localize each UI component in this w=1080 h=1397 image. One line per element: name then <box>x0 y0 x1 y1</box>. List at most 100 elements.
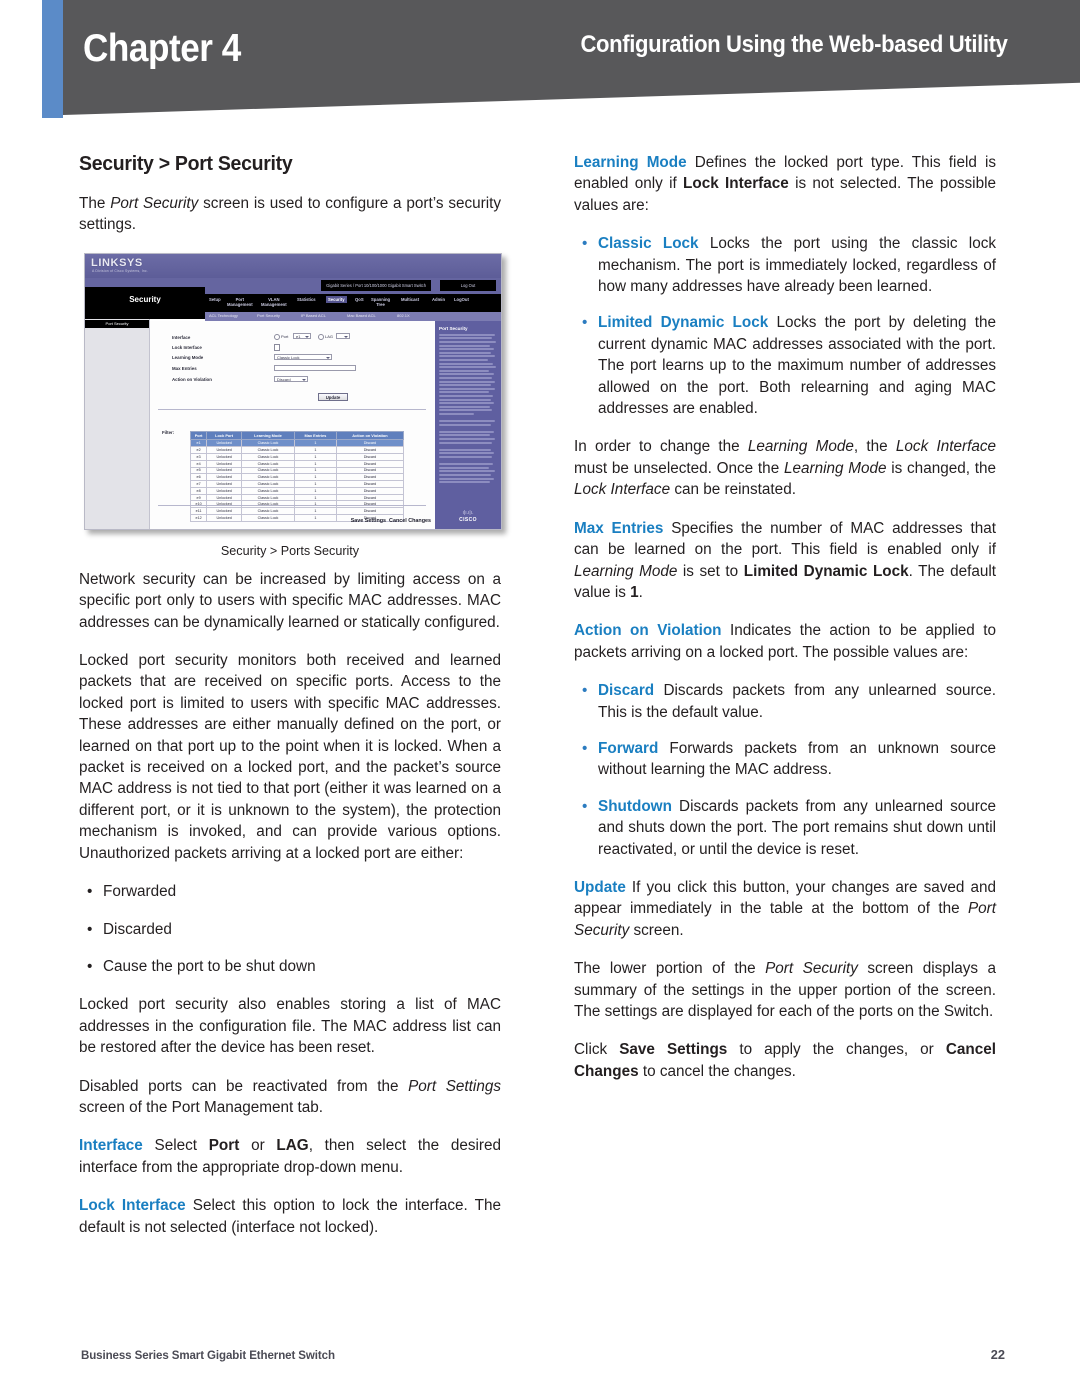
ui-help-text-line <box>439 452 495 455</box>
ui-select-port[interactable]: e1 <box>293 332 311 339</box>
ui-device-title: Gigabit Series / Port 10/100/1000 Gigabi… <box>321 279 431 291</box>
ui-nav-admin[interactable]: Admin <box>432 297 445 302</box>
ui-help-text-line <box>439 380 495 383</box>
ui-nav-vlan-mgmt[interactable]: VLAN Management <box>261 297 287 307</box>
ui-select-learning-mode[interactable]: Classic Lock <box>274 353 332 360</box>
ui-radio-lag[interactable] <box>318 334 324 341</box>
term-limited-dynamic-lock: Limited Dynamic Lock <box>598 314 769 332</box>
ui-logout-button[interactable]: Log Out <box>440 279 496 291</box>
ui-nav-spanning[interactable]: Spanning Tree <box>371 297 390 307</box>
ui-table-cell: Discard <box>335 466 405 475</box>
term-max-entries: Max Entries <box>574 519 664 537</box>
ui-label-interface: Interface <box>172 334 191 340</box>
ui-divider-bottom <box>158 504 426 506</box>
ui-select-lag[interactable] <box>336 332 350 339</box>
ui-table-cell: Discard <box>335 486 405 495</box>
ui-help-text-line <box>439 373 494 376</box>
footer-page-number: 22 <box>990 1347 1005 1362</box>
ui-left-sidebar <box>85 318 150 529</box>
ui-subnav-acl-technology[interactable]: ACL Technology <box>209 313 238 318</box>
ui-radio-port-label: Port <box>281 333 289 339</box>
ui-subnav-port-security[interactable]: Port Security <box>257 313 280 318</box>
ui-save-cancel-row[interactable]: Save Settings Cancel Changes <box>351 518 431 524</box>
term-interface: Interface <box>79 1137 143 1155</box>
ui-table-row[interactable]: e5 Unlocked Classic Lock 1 Discard <box>189 466 405 475</box>
ui-cancel-changes-button[interactable]: Cancel Changes <box>389 518 431 524</box>
ui-table-row[interactable]: e9 Unlocked Classic Lock 1 Discard <box>189 493 405 502</box>
ui-help-panel: Port Security ı|ı.ı|ı. CISCO <box>435 320 501 529</box>
ui-table-cell: e4 <box>189 459 208 468</box>
ui-table-row[interactable]: e7 Unlocked Classic Lock 1 Discard <box>189 480 405 488</box>
interface-bold-port: Port <box>208 1137 240 1155</box>
ui-sidebar-item-port-security[interactable]: Port Security <box>85 319 149 328</box>
ui-help-text-line <box>439 333 495 336</box>
ui-table-cell: e8 <box>189 486 208 495</box>
ui-table-cell: Unlocked <box>206 459 243 468</box>
ui-nav-setup[interactable]: Setup <box>209 297 221 302</box>
ui-table-cell: Discard <box>335 480 405 488</box>
ui-update-button[interactable]: Update <box>318 392 348 401</box>
ui-subnav-8021x[interactable]: 802.1X <box>397 313 410 318</box>
ui-help-text-line <box>439 344 491 347</box>
ui-save-settings-button[interactable]: Save Settings <box>351 518 386 524</box>
ui-filter-row[interactable]: Filter: <box>162 421 174 439</box>
ui-help-text-line <box>439 430 494 433</box>
ui-help-text-line <box>439 351 492 354</box>
ui-help-text-line <box>439 466 490 469</box>
ui-subnav-ip-based-acl[interactable]: IP Based ACL <box>301 313 326 318</box>
ui-radio-port[interactable] <box>274 334 280 341</box>
ital-lock-interface-1: Lock Interface <box>895 438 996 456</box>
ui-nav-multicast[interactable]: Multicast <box>401 297 419 302</box>
ui-table-row[interactable]: e2 Unlocked Classic Lock 1 Discard <box>189 446 405 454</box>
ui-subnav-mac-based-acl[interactable]: Mac Based ACL <box>347 313 376 318</box>
ui-main-nav[interactable]: Setup Port Management VLAN Management St… <box>205 293 501 312</box>
ui-label-lock-interface: Lock Interface <box>172 344 202 350</box>
paragraph-locked-port-security: Locked port security monitors both recei… <box>79 652 501 862</box>
figure-block: LINKSYS A Division of Cisco Systems, Inc… <box>79 252 502 558</box>
list-item: Limited Dynamic Lock Locks the port by d… <box>574 312 996 419</box>
list-item: Forwarded <box>79 881 501 903</box>
ui-table-cell: 1 <box>293 473 337 482</box>
ui-nav-logout[interactable]: LogOut <box>454 297 469 302</box>
ui-input-max-entries[interactable] <box>274 364 356 371</box>
page-header-banner: Chapter 4 Configuration Using the Web-ba… <box>0 0 1080 120</box>
unauthorized-packet-bullets: Forwarded Discarded Cause the port to be… <box>79 881 501 978</box>
ui-sub-nav[interactable]: ACL Technology Port Security IP Based AC… <box>205 311 501 321</box>
list-item: Forward Forwards packets from an unknown… <box>574 738 996 781</box>
ui-table-row[interactable]: e6 Unlocked Classic Lock 1 Discard <box>189 473 405 482</box>
ui-table-row[interactable]: e8 Unlocked Classic Lock 1 Discard <box>189 486 405 495</box>
ui-screenshot-image: LINKSYS A Division of Cisco Systems, Inc… <box>84 252 502 530</box>
ui-help-text-line <box>439 477 494 480</box>
interface-text-2: or <box>239 1137 277 1155</box>
term-classic-lock: Classic Lock <box>598 235 699 253</box>
header-section-title: Configuration Using the Web-based Utilit… <box>580 31 1008 58</box>
ui-nav-qos[interactable]: QoS <box>355 297 364 302</box>
ui-table-row[interactable]: e4 Unlocked Classic Lock 1 Discard <box>189 459 405 468</box>
ui-table-row[interactable]: e1 Unlocked Classic Lock 1 Discard <box>189 439 405 448</box>
click-text-2: to apply the changes, or <box>727 1041 946 1059</box>
ital-port-security-1: Port Security <box>765 960 858 978</box>
ui-table-cell: Classic Lock <box>241 493 295 502</box>
ui-help-text-line <box>439 434 491 437</box>
ui-help-text-line <box>439 445 497 447</box>
ui-nav-security[interactable]: Security <box>326 295 347 303</box>
list-item: Discard Discards packets from any unlear… <box>574 680 996 723</box>
action-on-violation-bullets: Discard Discards packets from any unlear… <box>574 680 996 860</box>
ui-table-row[interactable]: e11 Unlocked Classic Lock 1 Discard <box>189 507 405 515</box>
cisco-logo: CISCO <box>459 516 477 523</box>
ui-table-row[interactable]: e3 Unlocked Classic Lock 1 Discard <box>189 452 405 461</box>
ui-help-text-line <box>439 423 492 426</box>
ui-label-learning-mode: Learning Mode <box>172 354 204 360</box>
max-text-2: is set to <box>677 562 744 580</box>
ital-learning-mode-2: Learning Mode <box>783 459 887 477</box>
ui-help-text-line <box>439 470 495 473</box>
ui-brand-bar <box>85 253 501 278</box>
ui-select-action-on-violation[interactable]: Discard <box>274 375 308 382</box>
ui-nav-port-mgmt[interactable]: Port Management <box>227 297 253 307</box>
ui-content-pane: Interface Lock Interface Learning Mode M… <box>150 320 435 529</box>
ui-nav-statistics[interactable]: Statistics <box>297 297 316 302</box>
ui-checkbox-lock-interface[interactable] <box>274 344 281 351</box>
paragraph-max-entries-definition: Max Entries Specifies the number of MAC … <box>574 518 996 604</box>
ui-help-text-line <box>439 441 493 444</box>
paragraph-change-learning-mode: In order to change the Learning Mode, th… <box>574 438 996 499</box>
